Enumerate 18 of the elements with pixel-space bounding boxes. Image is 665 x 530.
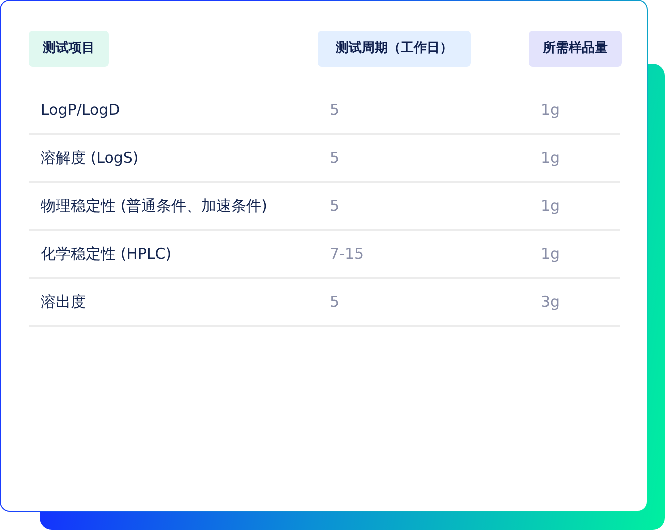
table-cell: 3g	[529, 279, 620, 327]
table-cell: 溶解度 (LogS)	[29, 135, 318, 183]
table-cell: 1g	[529, 231, 620, 279]
table-cell: 5	[318, 279, 529, 327]
table-cell: 5	[318, 183, 529, 231]
table-cell: LogP/LogD	[29, 87, 318, 135]
column-header: 测试周期（工作日）	[318, 31, 471, 67]
table-cell: 1g	[529, 135, 620, 183]
table-cell: 7-15	[318, 231, 529, 279]
table-cell: 5	[318, 87, 529, 135]
table-cell: 1g	[529, 183, 620, 231]
table-cell: 5	[318, 135, 529, 183]
table-cell: 1g	[529, 87, 620, 135]
table-cell: 物理稳定性 (普通条件、加速条件)	[29, 183, 318, 231]
column-header: 所需样品量	[529, 31, 622, 67]
column-header: 测试项目	[29, 31, 109, 67]
table-cell: 化学稳定性 (HPLC)	[29, 231, 318, 279]
table-cell: 溶出度	[29, 279, 318, 327]
